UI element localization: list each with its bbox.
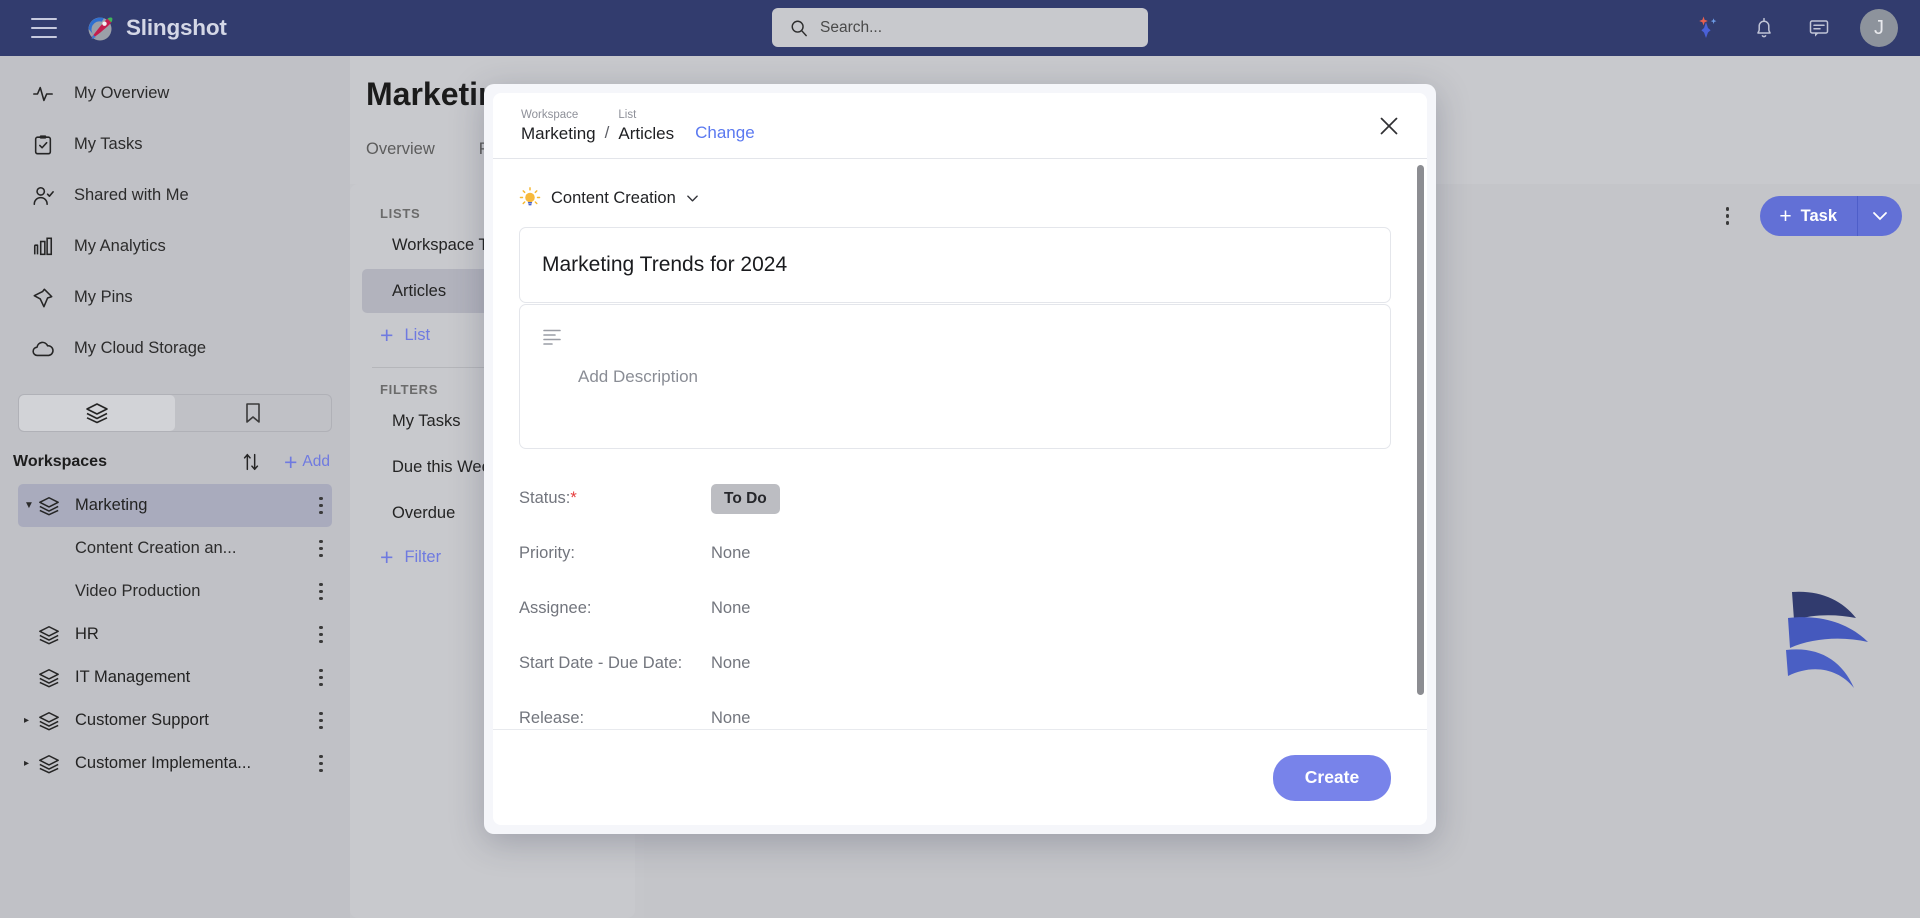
field-assignee-value[interactable]: None: [711, 599, 750, 618]
field-release-label: Release:: [519, 709, 585, 727]
modal-header: Workspace Marketing / List Articles Chan…: [493, 93, 1427, 159]
field-assignee: Assignee: None: [519, 581, 1391, 636]
field-release: Release: None: [519, 691, 1391, 729]
task-title-input[interactable]: [542, 253, 1368, 277]
create-button[interactable]: Create: [1273, 754, 1391, 801]
close-icon[interactable]: [1373, 110, 1405, 142]
task-fields: Status:* To Do Priority: None Assignee: …: [519, 471, 1391, 729]
list-selector-label: Content Creation: [551, 188, 676, 207]
create-task-modal: Workspace Marketing / List Articles Chan…: [484, 84, 1436, 834]
field-dates-value[interactable]: None: [711, 654, 750, 673]
task-description-field[interactable]: [519, 304, 1391, 449]
modal-scroll-content: Content Creation Marketing Trends for 20…: [493, 159, 1427, 729]
task-description-input[interactable]: [578, 323, 1368, 430]
field-priority: Priority: None: [519, 526, 1391, 581]
breadcrumb: Workspace Marketing / List Articles Chan…: [521, 107, 755, 145]
chevron-down-icon[interactable]: [686, 192, 699, 205]
lightbulb-icon: [519, 187, 541, 206]
breadcrumb-list[interactable]: List Articles: [618, 107, 674, 145]
field-priority-label: Priority:: [519, 544, 575, 562]
modal-scrollbar[interactable]: [1417, 165, 1424, 695]
breadcrumb-list-label: List: [618, 108, 637, 121]
modal-footer: Create: [493, 729, 1427, 825]
breadcrumb-workspace-value: Marketing: [521, 124, 596, 144]
field-status: Status:* To Do: [519, 471, 1391, 526]
list-selector[interactable]: Content Creation: [519, 177, 1391, 219]
breadcrumb-list-value: Articles: [618, 124, 675, 144]
modal-overlay: Workspace Marketing / List Articles Chan…: [0, 0, 1920, 918]
breadcrumb-separator: /: [604, 123, 610, 143]
field-dates-label: Start Date - Due Date:: [519, 654, 683, 672]
modal-body: Content Creation Marketing Trends for 20…: [493, 159, 1427, 729]
breadcrumb-workspace[interactable]: Workspace Marketing: [521, 107, 596, 145]
field-assignee-label: Assignee:: [519, 599, 592, 617]
field-release-value[interactable]: None: [711, 709, 750, 728]
status-badge[interactable]: To Do: [711, 483, 780, 514]
field-status-label: Status:*: [519, 489, 577, 507]
field-priority-value[interactable]: None: [711, 544, 750, 563]
change-link[interactable]: Change: [695, 123, 755, 144]
required-asterisk: *: [570, 489, 577, 507]
field-dates: Start Date - Due Date: None: [519, 636, 1391, 691]
task-title-field[interactable]: [519, 227, 1391, 303]
description-lines-icon: [543, 329, 561, 345]
breadcrumb-workspace-label: Workspace: [521, 108, 579, 121]
